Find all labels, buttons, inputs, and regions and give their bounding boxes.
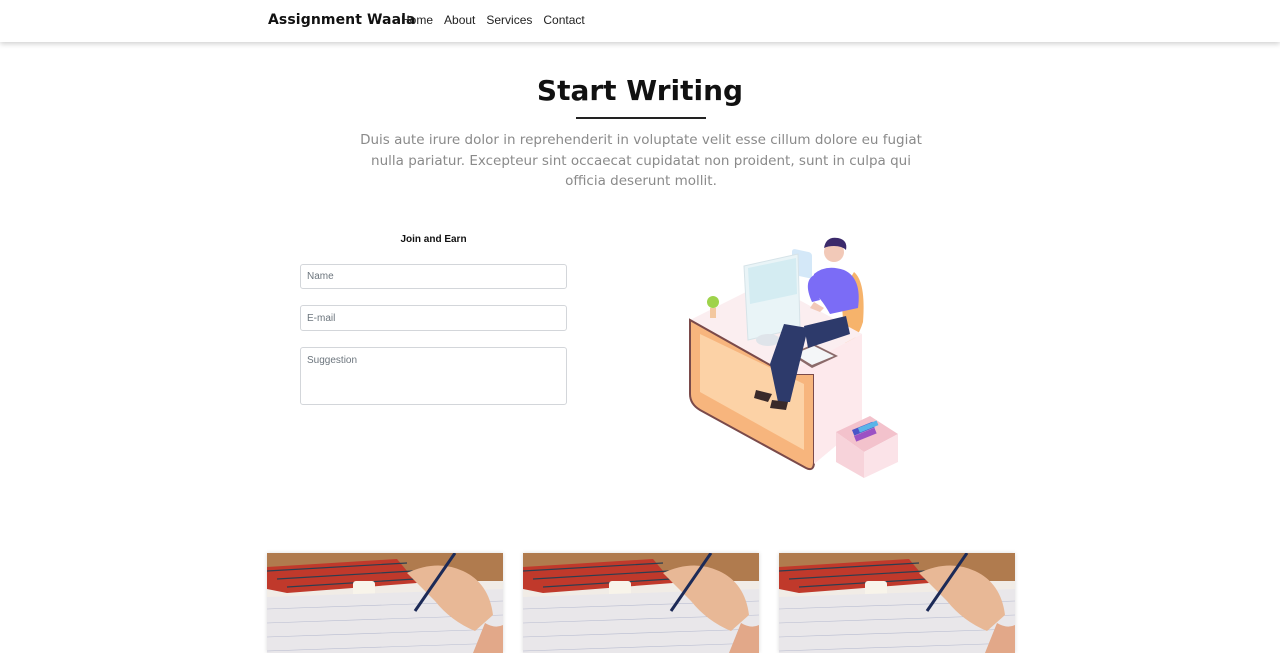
nav-link-contact[interactable]: Contact <box>543 13 584 27</box>
hand-writing-photo <box>267 553 503 653</box>
nav-link-services[interactable]: Services <box>486 13 532 27</box>
nav-link-about[interactable]: About <box>444 13 475 27</box>
card-image-3[interactable] <box>779 553 1015 653</box>
page-title: Start Writing <box>536 74 744 107</box>
title-underline <box>576 117 706 119</box>
nav-link-home[interactable]: Home <box>401 13 433 27</box>
form-heading: Join and Earn <box>400 234 467 245</box>
email-input[interactable] <box>300 305 567 331</box>
card-image-1[interactable] <box>267 553 503 653</box>
hand-writing-photo <box>779 553 1015 653</box>
hand-writing-photo <box>523 553 759 653</box>
name-input[interactable] <box>300 264 567 289</box>
person-at-desk-illustration <box>686 224 910 484</box>
navbar: Assignment Waala Home About Services Con… <box>0 0 1280 42</box>
card-image-2[interactable] <box>523 553 759 653</box>
brand-logo-link[interactable]: Assignment Waala <box>268 12 416 28</box>
nav-links: Home About Services Contact <box>401 13 585 27</box>
lead-paragraph: Duis aute irure dolor in reprehenderit i… <box>360 132 922 189</box>
suggestion-textarea[interactable] <box>300 347 567 405</box>
